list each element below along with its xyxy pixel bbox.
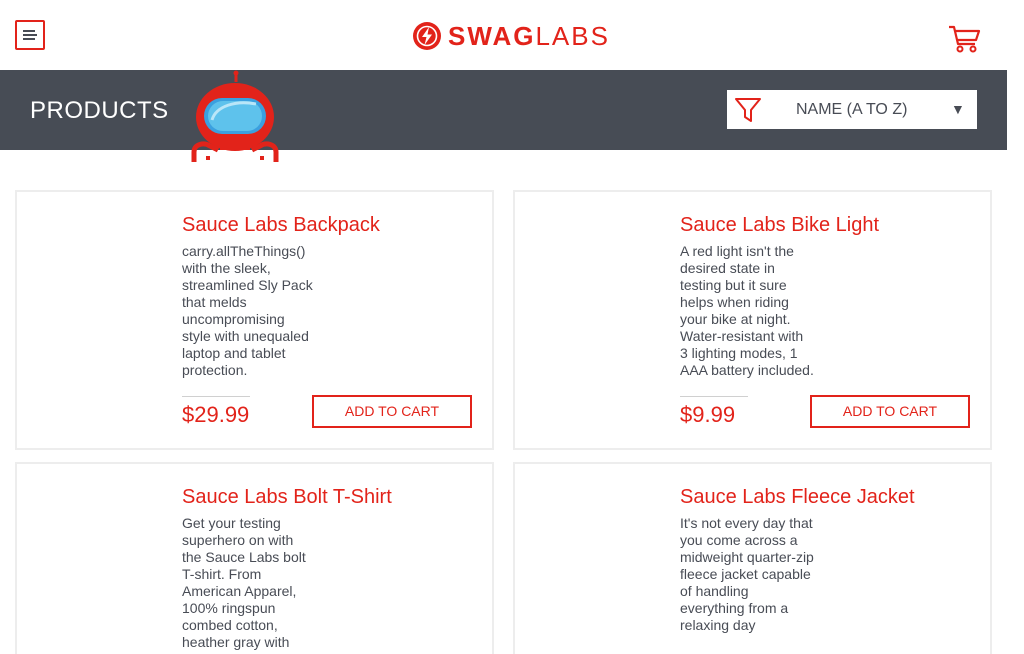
add-to-cart-button[interactable]: ADD TO CART [312, 395, 472, 428]
products-header: PRODUCTS NAME (A TO Z) ▼ [0, 70, 1007, 162]
product-card: Sauce Labs Bolt T-Shirt Get your testing… [15, 462, 494, 654]
product-name-link[interactable]: Sauce Labs Bike Light [680, 212, 879, 238]
sort-select[interactable]: NAME (A TO Z) ▼ [727, 90, 977, 129]
product-name-link[interactable]: Sauce Labs Bolt T-Shirt [182, 484, 392, 510]
swag-labs-logo-icon [413, 22, 441, 50]
price-divider [182, 396, 250, 397]
sort-selected-value: NAME (A TO Z) [796, 101, 908, 118]
top-bar: SWAGLABS [0, 0, 1024, 70]
product-description: carry.allTheThings() with the sleek, str… [182, 243, 313, 378]
product-name-link[interactable]: Sauce Labs Backpack [182, 212, 380, 238]
logo-text-light: LABS [535, 21, 610, 51]
filter-icon [735, 98, 761, 122]
menu-icon-line [23, 34, 37, 36]
logo-text: SWAGLABS [448, 20, 610, 52]
product-description: Get your testing superhero on with the S… [182, 515, 306, 650]
product-description: A red light isn't the desired state in t… [680, 243, 814, 378]
logo-text-bold: SWAG [448, 21, 536, 51]
product-card: Sauce Labs Bike Light A red light isn't … [513, 190, 992, 450]
menu-button[interactable] [15, 20, 45, 50]
menu-icon-line [23, 30, 35, 32]
add-to-cart-button[interactable]: ADD TO CART [810, 395, 970, 428]
product-price: $9.99 [680, 402, 736, 427]
menu-icon-line [23, 38, 35, 40]
product-card: Sauce Labs Fleece Jacket It's not every … [513, 462, 992, 654]
cart-icon[interactable] [948, 24, 982, 54]
product-price: $29.99 [182, 402, 250, 427]
price-divider [680, 396, 748, 397]
page-title: PRODUCTS [30, 97, 169, 124]
product-description: It's not every day that you come across … [680, 515, 814, 633]
app-logo: SWAGLABS [412, 20, 610, 52]
robot-mascot [191, 70, 279, 162]
product-name-link[interactable]: Sauce Labs Fleece Jacket [680, 484, 915, 510]
caret-down-icon: ▼ [951, 101, 965, 117]
product-card: Sauce Labs Backpack carry.allTheThings()… [15, 190, 494, 450]
